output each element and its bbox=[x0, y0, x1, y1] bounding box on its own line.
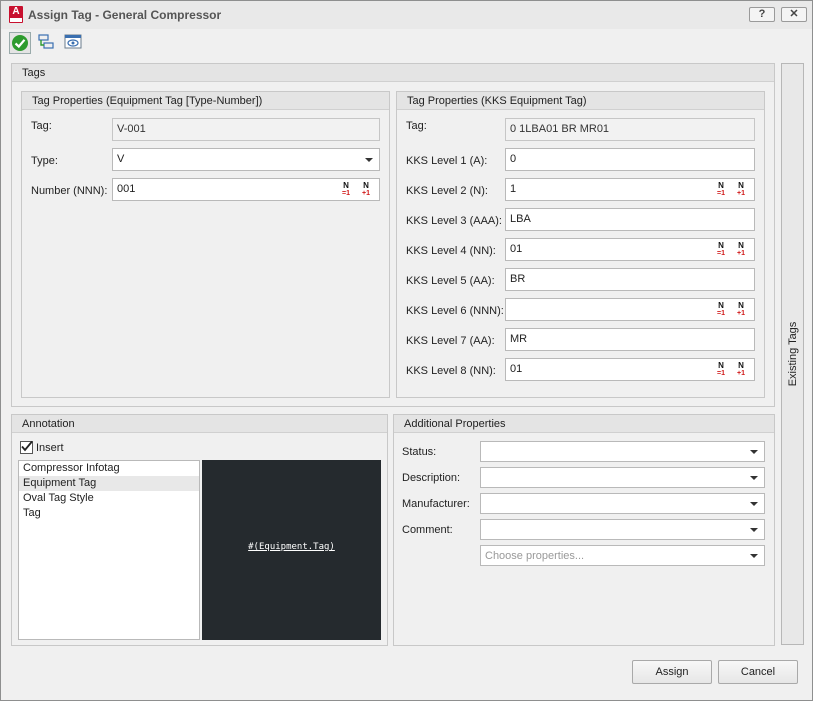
annotation-style-list[interactable]: Compressor Infotag Equipment Tag Oval Ta… bbox=[18, 460, 200, 640]
list-item[interactable]: Compressor Infotag bbox=[19, 461, 199, 476]
comment-dropdown[interactable] bbox=[480, 519, 765, 540]
kks-level-1-label: KKS Level 1 (A): bbox=[406, 155, 488, 167]
annotation-preview: #(Equipment.Tag) bbox=[202, 460, 381, 640]
reset-to-one-icon[interactable]: N =1 bbox=[714, 242, 728, 258]
list-item-selected[interactable]: Equipment Tag bbox=[19, 476, 199, 491]
description-dropdown[interactable] bbox=[480, 467, 765, 488]
chevron-down-icon bbox=[750, 450, 758, 454]
increment-icon[interactable]: N +1 bbox=[734, 302, 748, 318]
kks-level-8-input[interactable]: 01 N =1 N +1 bbox=[505, 358, 755, 381]
kks-level-6-input[interactable]: N =1 N +1 bbox=[505, 298, 755, 321]
kks-level-2-label: KKS Level 2 (N): bbox=[406, 185, 488, 197]
tag-tool-button[interactable] bbox=[36, 32, 58, 54]
help-button[interactable]: ? bbox=[749, 7, 775, 22]
kks-tag-field: 0 1LBA01 BR MR01 bbox=[505, 118, 755, 141]
kks-tag-label: Tag: bbox=[406, 120, 427, 132]
reset-to-one-icon[interactable]: N =1 bbox=[714, 362, 728, 378]
manufacturer-label: Manufacturer: bbox=[402, 498, 470, 510]
tag-assign-icon bbox=[38, 34, 54, 49]
increment-icon[interactable]: N +1 bbox=[734, 242, 748, 258]
additional-properties-title: Additional Properties bbox=[394, 415, 774, 433]
kks-level-5-input[interactable]: BR bbox=[505, 268, 755, 291]
choose-properties-dropdown[interactable]: Choose properties... bbox=[480, 545, 765, 566]
equip-tag-label: Tag: bbox=[31, 120, 52, 132]
increment-icon[interactable]: N +1 bbox=[734, 362, 748, 378]
increment-icon[interactable]: N +1 bbox=[359, 182, 373, 198]
status-label: Status: bbox=[402, 446, 437, 458]
close-button[interactable]: ✕ bbox=[781, 7, 807, 22]
annotation-panel-title: Annotation bbox=[12, 415, 387, 433]
assign-tag-dialog: A Assign Tag - General Compressor ? ✕ Ta… bbox=[0, 0, 813, 701]
chevron-down-icon bbox=[750, 476, 758, 480]
kks-level-7-label: KKS Level 7 (AA): bbox=[406, 335, 495, 347]
equip-tag-field: V-001 bbox=[112, 118, 380, 141]
window-title: Assign Tag - General Compressor bbox=[28, 8, 222, 22]
existing-tags-label: Existing Tags bbox=[786, 321, 799, 387]
cancel-button[interactable]: Cancel bbox=[718, 660, 798, 684]
toolbar bbox=[1, 29, 812, 57]
kks-level-4-label: KKS Level 4 (NN): bbox=[406, 245, 496, 257]
equipment-tag-panel-title: Tag Properties (Equipment Tag [Type-Numb… bbox=[22, 92, 389, 110]
checkmark-icon bbox=[21, 440, 33, 452]
status-dropdown[interactable] bbox=[480, 441, 765, 462]
chevron-down-icon bbox=[750, 502, 758, 506]
tags-panel-title: Tags bbox=[12, 64, 774, 82]
chevron-down-icon bbox=[750, 554, 758, 558]
choose-properties-placeholder: Choose properties... bbox=[485, 550, 585, 562]
view-eye-icon bbox=[64, 34, 82, 49]
kks-level-5-label: KKS Level 5 (AA): bbox=[406, 275, 495, 287]
list-item[interactable]: Oval Tag Style bbox=[19, 491, 199, 506]
equip-type-dropdown[interactable]: V bbox=[112, 148, 380, 171]
kks-tag-panel-title: Tag Properties (KKS Equipment Tag) bbox=[397, 92, 764, 110]
reset-to-one-icon[interactable]: N =1 bbox=[714, 302, 728, 318]
kks-level-2-input[interactable]: 1 N =1 N +1 bbox=[505, 178, 755, 201]
list-item[interactable]: Tag bbox=[19, 506, 199, 521]
insert-checkbox[interactable] bbox=[20, 440, 33, 454]
accept-tool-button[interactable] bbox=[9, 32, 31, 54]
kks-level-3-label: KKS Level 3 (AAA): bbox=[406, 215, 502, 227]
comment-label: Comment: bbox=[402, 524, 453, 536]
equip-number-label: Number (NNN): bbox=[31, 185, 108, 197]
checkmark-accept-icon bbox=[12, 35, 28, 51]
insert-label[interactable]: Insert bbox=[36, 442, 64, 454]
view-tool-button[interactable] bbox=[63, 32, 85, 54]
kks-level-8-label: KKS Level 8 (NN): bbox=[406, 365, 496, 377]
autocad-plant-icon: A bbox=[9, 6, 23, 23]
kks-level-4-input[interactable]: 01 N =1 N +1 bbox=[505, 238, 755, 261]
equip-type-value: V bbox=[117, 153, 125, 165]
increment-icon[interactable]: N +1 bbox=[734, 182, 748, 198]
equip-number-input[interactable]: 001 N =1 N +1 bbox=[112, 178, 380, 201]
annotation-preview-text: #(Equipment.Tag) bbox=[248, 542, 335, 552]
kks-level-7-input[interactable]: MR bbox=[505, 328, 755, 351]
reset-to-one-icon[interactable]: N =1 bbox=[714, 182, 728, 198]
title-bar: A Assign Tag - General Compressor ? ✕ bbox=[1, 1, 812, 29]
reset-to-one-icon[interactable]: N =1 bbox=[339, 182, 353, 198]
chevron-down-icon bbox=[365, 158, 373, 162]
equip-number-value: 001 bbox=[117, 183, 136, 195]
assign-button[interactable]: Assign bbox=[632, 660, 712, 684]
kks-level-3-input[interactable]: LBA bbox=[505, 208, 755, 231]
kks-level-1-input[interactable]: 0 bbox=[505, 148, 755, 171]
description-label: Description: bbox=[402, 472, 461, 484]
existing-tags-tab[interactable]: Existing Tags bbox=[781, 63, 804, 645]
equip-type-label: Type: bbox=[31, 155, 58, 167]
kks-level-6-label: KKS Level 6 (NNN): bbox=[406, 305, 504, 317]
manufacturer-dropdown[interactable] bbox=[480, 493, 765, 514]
chevron-down-icon bbox=[750, 528, 758, 532]
